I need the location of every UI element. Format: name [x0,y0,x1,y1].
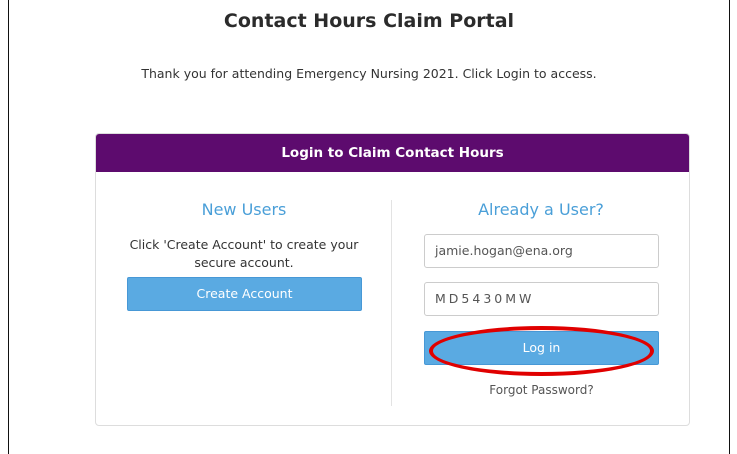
login-panel: Login to Claim Contact Hours New Users C… [95,133,690,426]
existing-user-heading: Already a User? [478,200,604,219]
page-frame: Contact Hours Claim Portal Thank you for… [8,0,730,454]
new-users-text: Click 'Create Account' to create your se… [129,237,359,270]
new-users-heading: New Users [201,200,287,219]
create-account-button[interactable]: Create Account [127,277,362,311]
intro-text: Thank you for attending Emergency Nursin… [141,66,597,81]
panel-header: Login to Claim Contact Hours [96,134,689,172]
password-field[interactable]: MD5430MW [424,282,659,316]
forgot-password-link[interactable]: Forgot Password? [424,383,659,397]
column-divider [391,200,392,406]
login-button[interactable]: Log in [424,331,659,365]
page-title: Contact Hours Claim Portal [223,10,515,32]
email-field[interactable]: jamie.hogan@ena.org [424,234,659,268]
